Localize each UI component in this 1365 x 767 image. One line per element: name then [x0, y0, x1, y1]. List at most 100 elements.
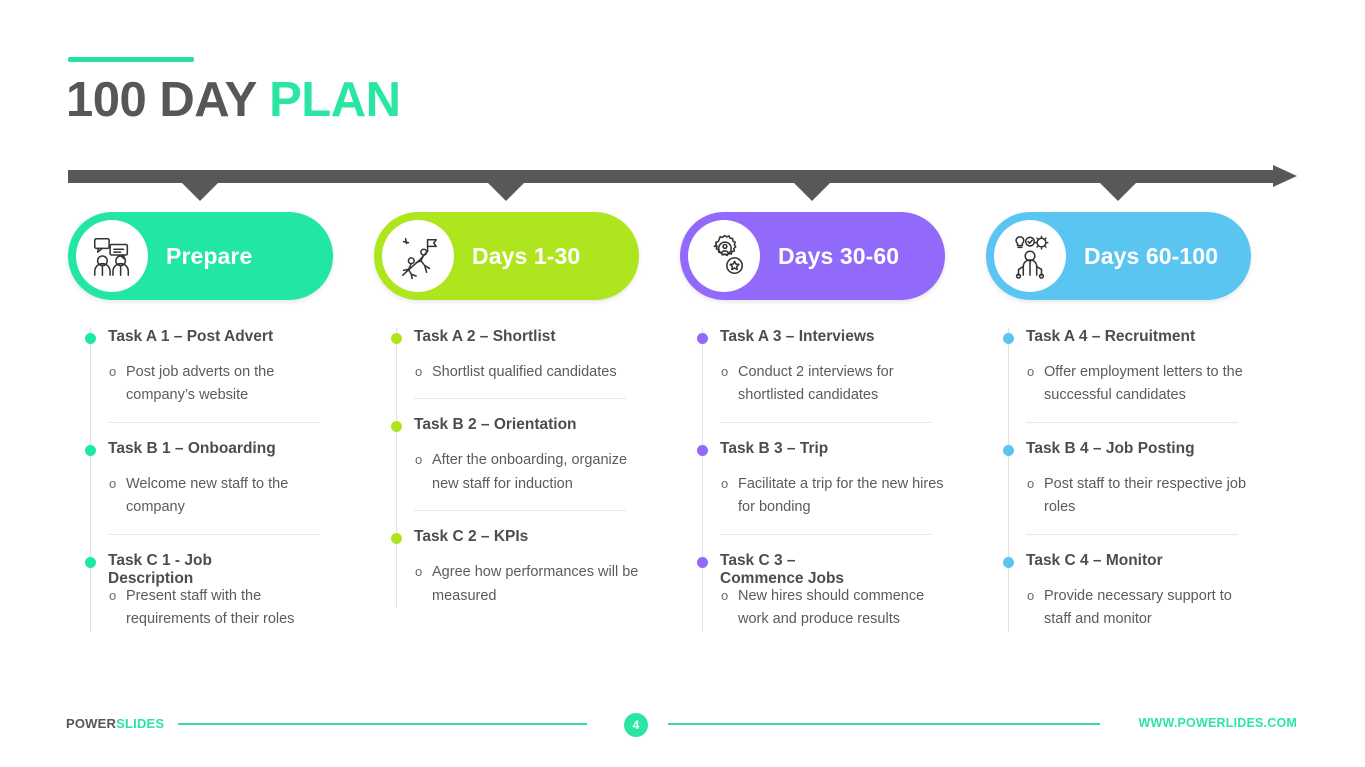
- task-detail: o Offer employment letters to the succes…: [986, 361, 1251, 408]
- task-detail: o Present staff with the requirements of…: [68, 585, 333, 632]
- task-detail: o Facilitate a trip for the new hires fo…: [680, 473, 945, 520]
- task-divider: [1026, 421, 1238, 423]
- sub-bullet-marker: o: [109, 364, 117, 379]
- task-bullet-dot: [697, 556, 708, 568]
- task-heading-text: Task A 2 – Shortlist: [414, 328, 556, 345]
- timeline-notch-1: [182, 183, 218, 201]
- task-heading-text: Task B 1 – Onboarding: [108, 439, 276, 457]
- timeline-arrow: [68, 165, 1297, 210]
- task-detail-text: After the onboarding, organize new staff…: [432, 452, 628, 492]
- task-detail: o Conduct 2 interviews for shortlisted c…: [680, 361, 945, 408]
- task-divider: [1026, 533, 1238, 535]
- task-detail-text: Conduct 2 interviews for shortlisted can…: [738, 364, 894, 404]
- task-heading-text: Task A 4 – Recruitment: [1026, 328, 1196, 345]
- task-heading-text: Task A 3 – Interviews: [720, 328, 875, 345]
- task-list: Task A 1 – Post Advert o Post job advert…: [68, 328, 333, 632]
- task-detail: o Provide necessary support to staff and…: [986, 585, 1251, 632]
- task-bullet-dot: [697, 333, 708, 344]
- task-divider: [108, 533, 320, 535]
- phase-pill-days-60-100[interactable]: Days 60-100: [986, 212, 1251, 300]
- task-heading: Task C 2 – KPIs: [374, 528, 639, 548]
- brand-logo: POWERSLIDES: [66, 716, 164, 731]
- sub-bullet-marker: o: [1027, 475, 1035, 491]
- sub-bullet-marker: o: [1027, 364, 1035, 379]
- task-heading: Task A 4 – Recruitment: [986, 328, 1251, 348]
- page-title-primary: 100 DAY: [66, 73, 256, 127]
- task-heading: Task B 4 – Job Posting: [986, 440, 1251, 460]
- task-detail-text: Post staff to their respective job roles: [1044, 475, 1247, 516]
- task-detail-text: Present staff with the requirements of t…: [126, 587, 295, 628]
- phase-pill-prepare[interactable]: Prepare: [68, 212, 333, 300]
- brand-accent: SLIDES: [116, 716, 165, 731]
- task-heading-text: Task C 4 – Monitor: [1026, 551, 1163, 569]
- sub-bullet-marker: o: [1027, 587, 1035, 603]
- task-heading-text: Task C 3 – Commence Jobs: [720, 551, 845, 587]
- phase-pill-days-30-60[interactable]: Days 30-60: [680, 212, 945, 300]
- task-bullet-dot: [1003, 444, 1014, 456]
- task-item: Task B 1 – Onboarding o Welcome new staf…: [68, 440, 333, 535]
- task-heading: Task A 3 – Interviews: [680, 328, 945, 348]
- task-bullet-dot: [391, 421, 402, 433]
- task-detail: o Shortlist qualified candidates: [374, 361, 639, 384]
- phase-column-prepare: Prepare Task A 1 – Post Advert o Post jo…: [68, 212, 333, 632]
- task-heading: Task C 4 – Monitor: [986, 552, 1251, 572]
- task-detail: o Welcome new staff to the company: [68, 473, 333, 520]
- task-detail: o Post job adverts on the company’s webs…: [68, 361, 333, 408]
- task-detail-text: Welcome new staff to the company: [126, 475, 289, 516]
- task-heading-text: Task A 1 – Post Advert: [108, 328, 274, 345]
- task-detail: o After the onboarding, organize new sta…: [374, 449, 639, 496]
- task-detail: o Post staff to their respective job rol…: [986, 473, 1251, 520]
- page-title-accent: PLAN: [269, 73, 401, 127]
- task-item: Task A 2 – Shortlist o Shortlist qualifi…: [374, 328, 639, 400]
- task-bullet-dot: [1003, 333, 1014, 344]
- task-bullet-dot: [1003, 556, 1014, 568]
- task-detail: o New hires should commence work and pro…: [680, 585, 945, 632]
- task-item: Task B 2 – Orientation o After the onboa…: [374, 416, 639, 512]
- task-divider: [108, 421, 320, 423]
- timeline-bar: [68, 170, 1275, 183]
- task-item: Task C 1 - Job Description o Present sta…: [68, 552, 333, 632]
- task-heading: Task A 2 – Shortlist: [374, 328, 639, 348]
- sub-bullet-marker: o: [415, 364, 423, 379]
- footer-website-url[interactable]: WWW.POWERLIDES.COM: [1139, 716, 1297, 730]
- sub-bullet-marker: o: [721, 475, 729, 491]
- phase-label: Prepare: [166, 242, 253, 269]
- task-list: Task A 3 – Interviews o Conduct 2 interv…: [680, 328, 945, 632]
- task-heading: Task A 1 – Post Advert: [68, 328, 333, 348]
- task-spacer: [68, 423, 333, 440]
- task-divider: [720, 421, 932, 423]
- task-spacer: [374, 399, 639, 416]
- phase-column-days-60-100: Days 60-100 Task A 4 – Recruitment o Off…: [986, 212, 1251, 632]
- climbing-teamwork-icon: [382, 220, 454, 292]
- timeline-notch-2: [488, 183, 524, 201]
- task-item: Task C 3 – Commence Jobs o New hires sho…: [680, 552, 945, 632]
- task-bullet-dot: [391, 533, 402, 545]
- title-accent-rule: [68, 57, 194, 62]
- task-spacer: [986, 535, 1251, 552]
- task-spacer: [680, 423, 945, 440]
- task-heading: Task C 1 - Job Description: [68, 552, 218, 587]
- sub-bullet-marker: o: [415, 452, 423, 468]
- task-divider: [414, 398, 626, 400]
- sub-bullet-marker: o: [415, 564, 423, 580]
- footer-rule-right: [668, 723, 1100, 725]
- phase-label: Days 30-60: [778, 242, 900, 269]
- task-heading: Task C 3 – Commence Jobs: [680, 552, 875, 587]
- task-bullet-dot: [85, 444, 96, 456]
- sub-bullet-marker: o: [721, 587, 729, 603]
- task-heading-text: Task B 3 – Trip: [720, 439, 829, 457]
- task-list: Task A 2 – Shortlist o Shortlist qualifi…: [374, 328, 639, 609]
- task-spacer: [680, 535, 945, 552]
- brand-primary: POWER: [66, 716, 117, 731]
- task-spacer: [374, 511, 639, 528]
- task-detail-text: Shortlist qualified candidates: [432, 364, 617, 380]
- task-divider: [414, 510, 626, 512]
- footer-rule-left: [178, 723, 587, 725]
- task-detail-text: Provide necessary support to staff and m…: [1044, 587, 1232, 628]
- timeline-arrowhead-icon: [1273, 165, 1297, 187]
- task-heading: Task B 2 – Orientation: [374, 416, 639, 436]
- task-heading-text: Task C 2 – KPIs: [414, 528, 529, 546]
- phase-pill-days-1-30[interactable]: Days 1-30: [374, 212, 639, 300]
- task-bullet-dot: [85, 556, 96, 568]
- task-heading: Task B 3 – Trip: [680, 440, 945, 460]
